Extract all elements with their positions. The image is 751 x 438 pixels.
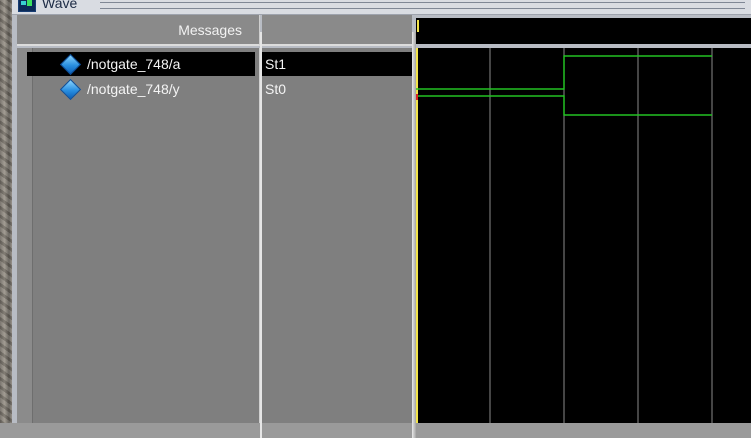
waveform-pane[interactable] [416, 48, 751, 423]
wave-panes: Messages /notgate_748/a St1 /notgate_748… [12, 15, 751, 438]
window-title: Wave [42, 0, 78, 11]
name-pane-gutter [17, 48, 33, 423]
values-header [262, 15, 412, 46]
cursor-marker-icon[interactable] [417, 20, 419, 32]
signal-row-a[interactable]: /notgate_748/a [27, 52, 255, 76]
signal-diamond-icon [59, 78, 82, 101]
messages-header-label: Messages [178, 22, 242, 38]
timeline-header[interactable] [416, 18, 751, 44]
window-titlebar[interactable]: Wave [12, 0, 751, 15]
waveform-y [416, 95, 712, 116]
signal-value: St1 [265, 56, 287, 72]
wave-window: Wave Messages /notgate_748/a St1 /notgat… [12, 0, 751, 438]
signal-value: St0 [265, 81, 287, 97]
titlebar-grip[interactable] [100, 2, 745, 9]
signal-value-a[interactable]: St1 [262, 52, 412, 76]
signal-value-y[interactable]: St0 [262, 77, 412, 101]
edge-marker [416, 94, 418, 100]
wave-window-icon [18, 0, 36, 12]
signal-value-pane [262, 48, 412, 423]
waveform-a [416, 55, 712, 90]
signal-name: /notgate_748/a [87, 56, 181, 72]
messages-header: Messages [17, 15, 260, 46]
waveform-canvas[interactable] [416, 48, 751, 423]
signal-row-y[interactable]: /notgate_748/y [27, 77, 255, 101]
signal-diamond-icon [59, 53, 82, 76]
signal-name: /notgate_748/y [87, 81, 180, 97]
signal-name-pane [17, 48, 260, 423]
